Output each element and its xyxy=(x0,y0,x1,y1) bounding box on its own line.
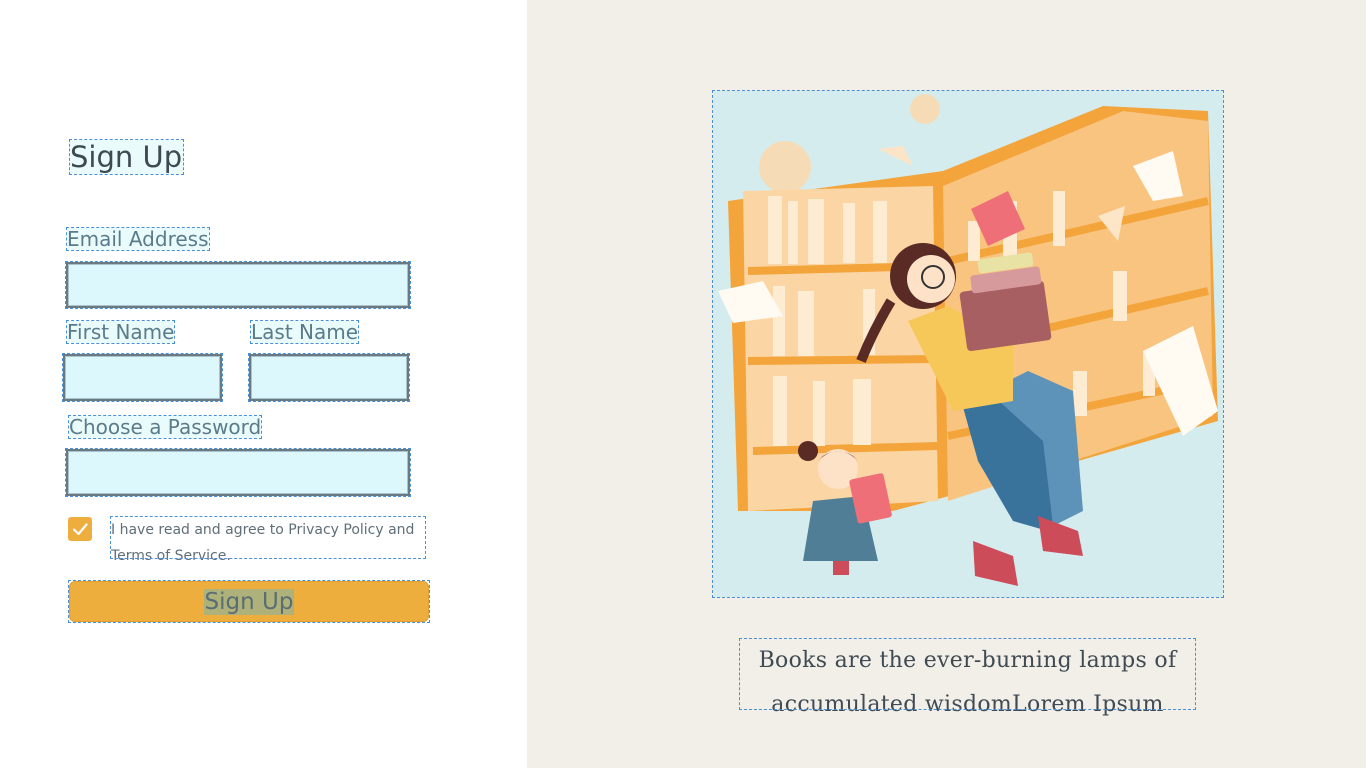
last-name-label: Last Name xyxy=(249,320,360,344)
first-name-field[interactable] xyxy=(63,354,222,401)
reading-illustration-icon xyxy=(712,90,1224,598)
quote-text: Books are the ever-burning lamps of accu… xyxy=(739,638,1196,717)
email-field-wrapper xyxy=(65,261,411,309)
signup-button[interactable]: Sign Up xyxy=(69,581,429,622)
agree-text: I have read and agree to Privacy Policy … xyxy=(110,516,426,564)
signup-button-label: Sign Up xyxy=(203,588,295,615)
email-field[interactable] xyxy=(66,262,410,308)
email-label: Email Address xyxy=(66,227,210,251)
last-name-field[interactable] xyxy=(249,354,409,401)
illustration-panel: Books are the ever-burning lamps of accu… xyxy=(527,0,1366,768)
signup-panel: Sign Up Email Address First Name Last Na… xyxy=(0,0,527,768)
signup-button-wrapper: Sign Up xyxy=(68,580,430,623)
page-title: Sign Up xyxy=(69,139,184,175)
last-name-field-wrapper xyxy=(248,353,410,402)
check-icon xyxy=(72,523,88,536)
first-name-label: First Name xyxy=(65,320,176,344)
password-field-wrapper xyxy=(65,448,411,497)
password-field[interactable] xyxy=(66,449,410,496)
password-label: Choose a Password xyxy=(67,415,263,439)
first-name-field-wrapper xyxy=(62,353,223,402)
agree-checkbox[interactable] xyxy=(68,517,92,541)
